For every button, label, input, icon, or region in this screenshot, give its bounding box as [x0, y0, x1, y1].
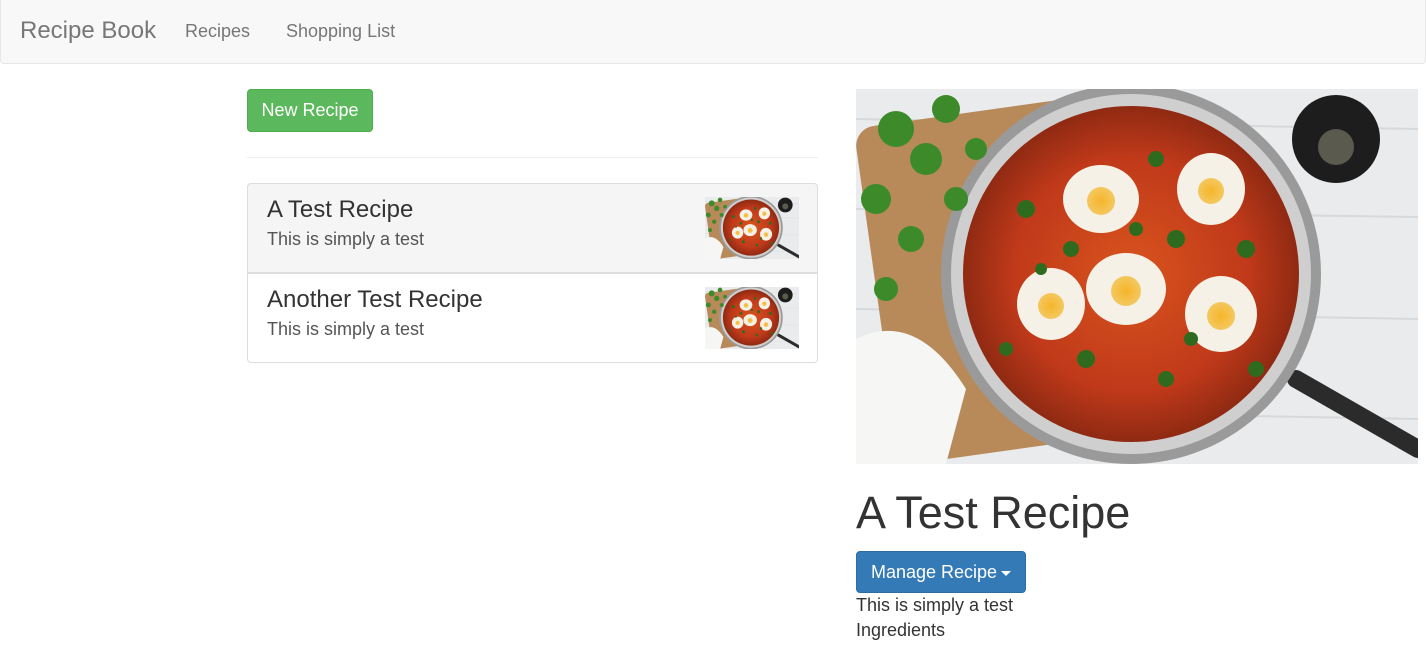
recipe-thumbnail [705, 197, 799, 259]
recipe-item-title: Another Test Recipe [267, 286, 483, 313]
new-recipe-button[interactable]: New Recipe [247, 89, 373, 132]
recipe-detail-image [856, 89, 1418, 464]
recipe-thumbnail [705, 287, 799, 349]
recipe-item-description: This is simply a test [267, 319, 425, 339]
manage-recipe-button[interactable]: Manage Recipe [856, 551, 1026, 593]
recipe-detail-description: This is simply a test [856, 595, 1014, 615]
recipe-list-item[interactable]: Another Test Recipe This is simply a tes… [247, 273, 818, 363]
nav-shopping-list-link[interactable]: Shopping List [286, 21, 395, 42]
recipe-list-item[interactable]: A Test Recipe This is simply a test [247, 183, 818, 273]
nav-recipes-link[interactable]: Recipes [185, 21, 250, 42]
navbar: Recipe Book Recipes Shopping List [0, 0, 1426, 64]
recipe-detail-title: A Test Recipe [856, 487, 1131, 538]
divider [247, 157, 818, 158]
brand-link[interactable]: Recipe Book [20, 17, 156, 45]
ingredients-heading: Ingredients [856, 620, 946, 640]
manage-recipe-label: Manage Recipe [870, 562, 998, 582]
caret-down-icon [1001, 570, 1012, 576]
recipe-item-description: This is simply a test [267, 229, 425, 249]
recipe-item-title: A Test Recipe [267, 196, 414, 223]
